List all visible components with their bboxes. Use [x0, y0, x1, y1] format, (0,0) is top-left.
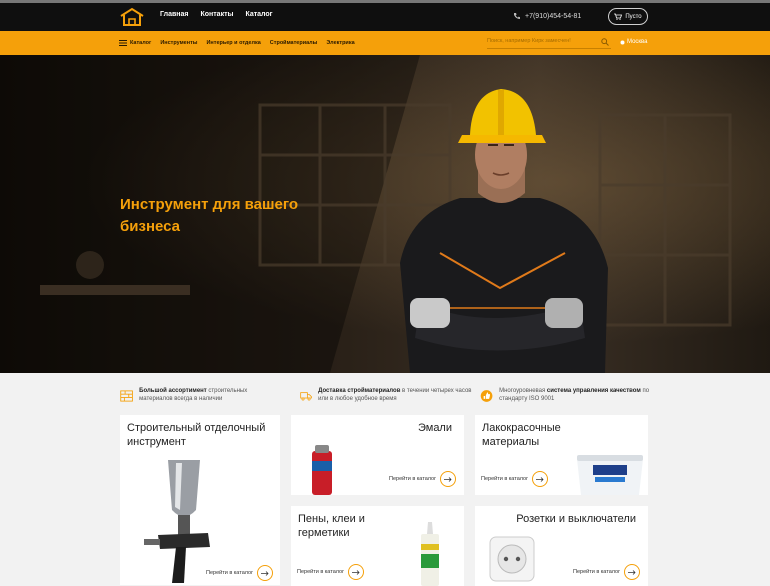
card-link[interactable]: Перейти в каталог — [297, 564, 365, 580]
phone-number: +7(910)454-54-81 — [525, 12, 582, 20]
quality-icon — [480, 390, 493, 402]
catalog-menu-button[interactable]: Каталог — [119, 40, 151, 46]
category-card-enamels[interactable]: Эмали Перейти в каталог — [291, 415, 464, 495]
hero-banner: Инструмент для вашего бизнеса — [0, 55, 770, 373]
feature-quality: Многоуровневая система управления качест… — [480, 387, 650, 405]
arrow-right-icon[interactable] — [624, 564, 641, 580]
cart-icon — [614, 13, 623, 20]
top-bar: Главная Контакты Каталог +7(910)454-54-8… — [0, 0, 770, 31]
arrow-right-icon[interactable] — [440, 471, 457, 487]
category-card-foams[interactable]: Пены, клеи и герметики Перейти в каталог — [291, 506, 464, 586]
card-link[interactable]: Перейти в каталог — [481, 471, 549, 487]
cat-tools[interactable]: Инструменты — [160, 40, 197, 46]
card-title: Строительный отделочный инструмент — [127, 422, 266, 448]
card-link-label: Перейти в каталог — [389, 476, 437, 482]
card-link-label: Перейти в каталог — [206, 570, 254, 576]
main-nav: Главная Контакты Каталог — [160, 11, 273, 18]
feature-delivery: Доставка стройматериалов в течении четыр… — [300, 387, 475, 405]
sealant-tube-image — [421, 522, 439, 586]
city-name: Москва — [627, 39, 648, 45]
menu-icon — [119, 40, 127, 46]
card-link-label: Перейти в каталог — [573, 569, 621, 575]
cart-label: Пусто — [625, 13, 642, 20]
truck-icon — [300, 392, 312, 401]
category-card-tools[interactable]: Строительный отделочный инструмент Перей… — [120, 415, 280, 585]
search-input[interactable]: Поиск, например Кирк замесчен! — [487, 36, 611, 49]
card-title: Пены, клеи и герметики — [298, 513, 365, 539]
card-title: Лакокрасочные материалы — [482, 422, 561, 448]
card-link[interactable]: Перейти в каталог — [206, 565, 274, 581]
feature-assortment: Большой ассортимент строительных материа… — [120, 387, 280, 405]
cat-materials[interactable]: Стройматериалы — [270, 40, 318, 46]
phone-contact[interactable]: +7(910)454-54-81 — [513, 12, 581, 20]
feature-assortment-text: Большой ассортимент строительных материа… — [139, 388, 248, 402]
feature-quality-text: Многоуровневая система управления качест… — [499, 388, 650, 402]
nav-contacts[interactable]: Контакты — [200, 11, 233, 18]
hero-title: Инструмент для вашего бизнеса — [120, 196, 299, 235]
category-bar: Каталог Инструменты Интерьер и отделка С… — [0, 31, 770, 55]
location-icon — [620, 40, 625, 44]
home-logo-icon[interactable] — [119, 7, 145, 27]
card-link[interactable]: Перейти в каталог — [389, 471, 457, 487]
city-selector[interactable]: Москва — [620, 39, 647, 45]
cat-interior[interactable]: Интерьер и отделка — [206, 40, 260, 46]
feature-delivery-text: Доставка стройматериалов в течении четыр… — [318, 388, 472, 402]
arrow-right-icon[interactable] — [257, 565, 274, 581]
card-link-label: Перейти в каталог — [297, 569, 345, 575]
search-placeholder: Поиск, например Кирк замесчен! — [487, 38, 571, 44]
nav-catalog[interactable]: Каталог — [245, 11, 272, 18]
card-link-label: Перейти в каталог — [481, 476, 529, 482]
card-title: Розетки и выключатели — [516, 513, 636, 525]
category-card-paints[interactable]: Лакокрасочные материалы Перейти в катало… — [475, 415, 648, 495]
phone-icon — [514, 13, 520, 19]
arrow-right-icon[interactable] — [532, 471, 549, 487]
socket-image — [489, 536, 535, 582]
paint-bucket-image — [577, 455, 643, 495]
cart-button[interactable]: Пусто — [608, 8, 648, 25]
worker-image — [400, 89, 608, 373]
search-icon[interactable] — [601, 38, 609, 46]
card-title: Эмали — [417, 422, 452, 434]
features-row: Большой ассортимент строительных материа… — [120, 387, 650, 413]
spray-can-image — [312, 445, 332, 495]
card-link[interactable]: Перейти в каталог — [573, 564, 641, 580]
bricks-icon — [120, 390, 133, 402]
arrow-right-icon[interactable] — [348, 564, 365, 580]
catalog-menu-label: Каталог — [130, 40, 152, 46]
category-card-sockets[interactable]: Розетки и выключатели Перейти в каталог — [475, 506, 648, 586]
cat-electric[interactable]: Электрика — [326, 40, 354, 46]
nav-home[interactable]: Главная — [160, 11, 188, 18]
category-nav: Каталог Инструменты Интерьер и отделка С… — [119, 40, 355, 46]
